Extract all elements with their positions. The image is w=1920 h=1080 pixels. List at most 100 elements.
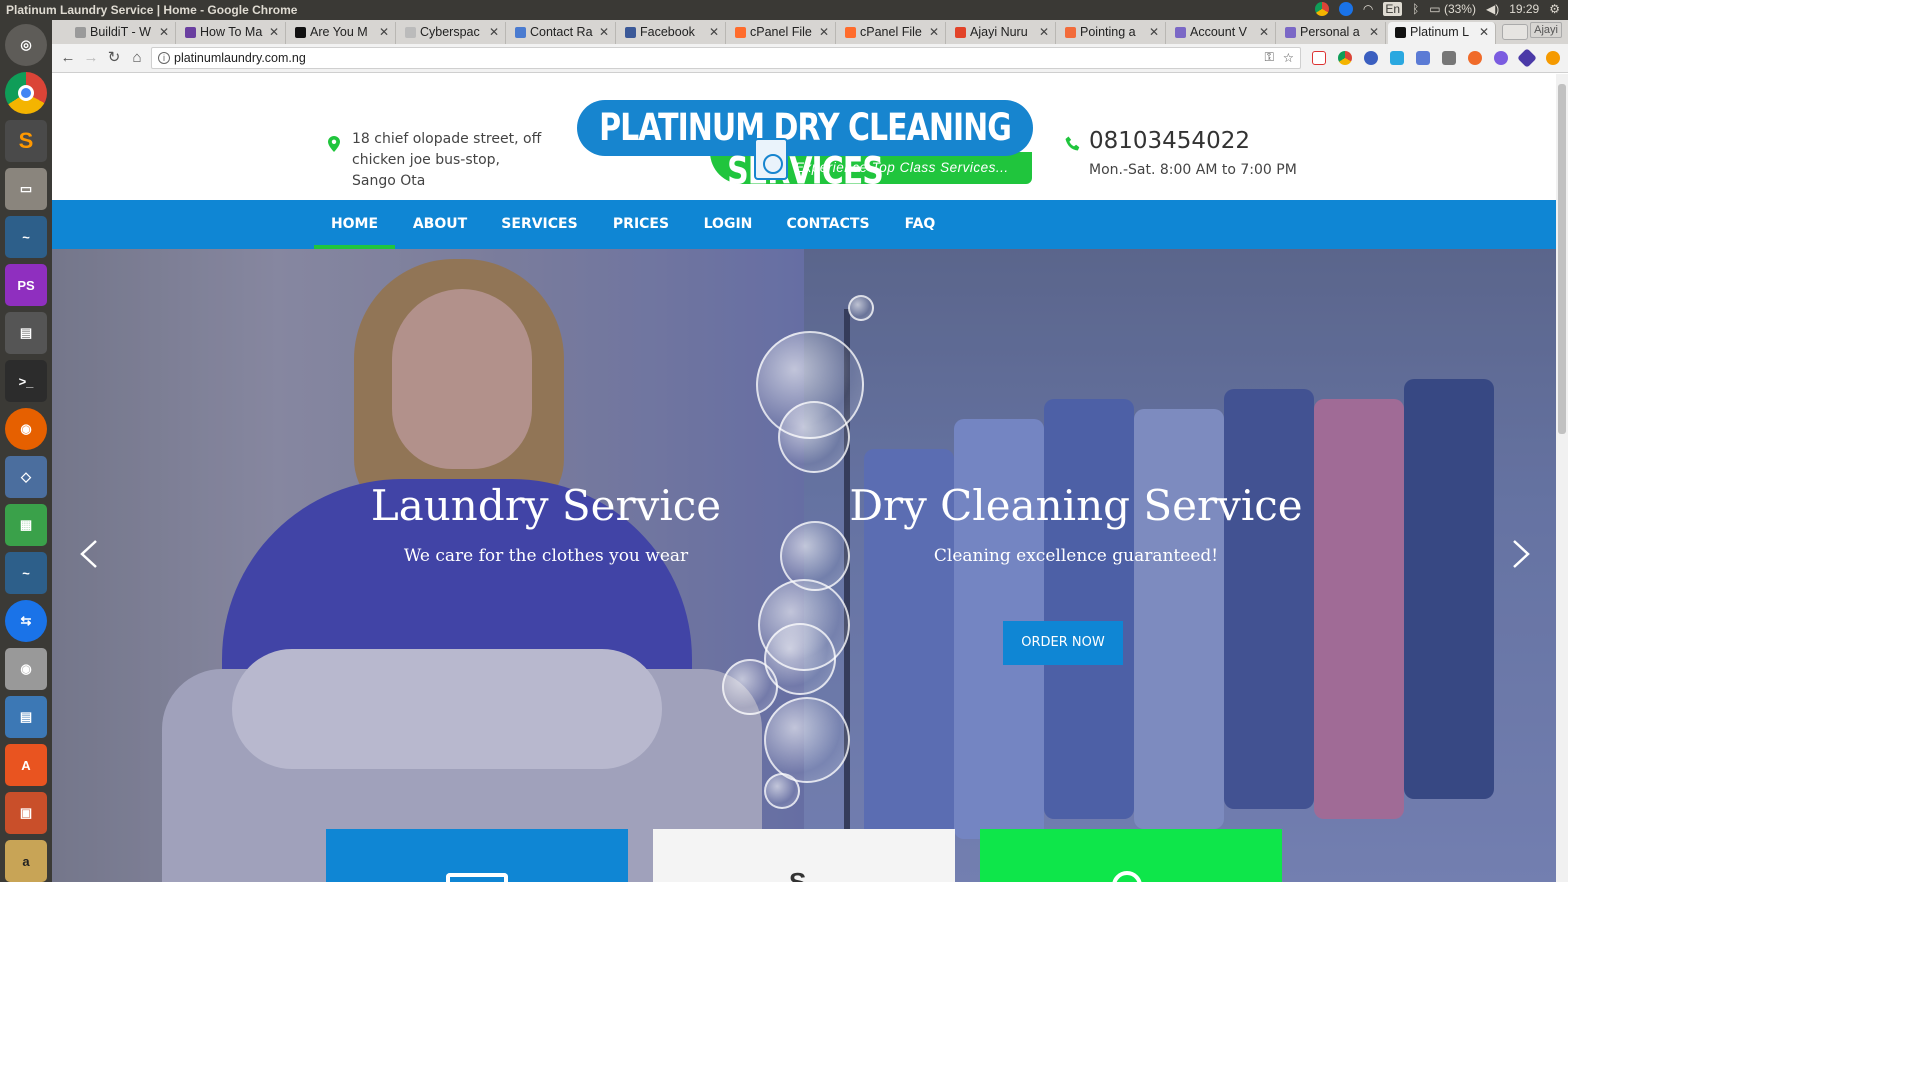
feature-box-2[interactable]: S [653, 829, 955, 882]
close-tab-icon[interactable]: ✕ [929, 25, 939, 39]
main-navigation: HOME ABOUT SERVICES PRICES LOGIN CONTACT… [52, 200, 1556, 249]
profile-button[interactable]: Ajayi [1530, 22, 1562, 38]
spreadsheet-icon[interactable]: ▦ [5, 504, 47, 546]
browser-tab[interactable]: cPanel File ✕ [728, 22, 836, 44]
extension-icon[interactable] [1416, 51, 1430, 65]
video-editor-icon[interactable]: ▤ [5, 312, 47, 354]
close-tab-icon[interactable]: ✕ [599, 25, 609, 39]
browser-tab[interactable]: BuildiT - W ✕ [68, 22, 176, 44]
close-tab-icon[interactable]: ✕ [1039, 25, 1049, 39]
chrome-launcher-icon[interactable] [5, 72, 47, 114]
ubuntu-dash-icon[interactable]: ◎ [5, 24, 47, 66]
audio-player-icon[interactable]: ◉ [5, 648, 47, 690]
browser-tab[interactable]: Account V ✕ [1168, 22, 1276, 44]
close-tab-icon[interactable]: ✕ [1259, 25, 1269, 39]
close-tab-icon[interactable]: ✕ [1479, 25, 1489, 39]
mysql-workbench-icon[interactable]: ~ [5, 216, 47, 258]
extension-icon[interactable] [1390, 51, 1404, 65]
extension-icon[interactable] [1338, 51, 1352, 65]
browser-tab[interactable]: Facebook ✕ [618, 22, 726, 44]
home-icon[interactable]: ⌂ [127, 48, 147, 68]
wifi-icon[interactable]: ◠ [1363, 2, 1373, 16]
file-manager-icon[interactable]: ▭ [5, 168, 47, 210]
phpstorm-icon[interactable]: PS [5, 264, 47, 306]
nav-prices[interactable]: PRICES [605, 200, 677, 249]
tab-title: Personal a [1300, 25, 1360, 39]
nav-services[interactable]: SERVICES [495, 200, 584, 249]
tab-favicon [405, 27, 416, 38]
feature-box-3[interactable] [980, 829, 1282, 882]
slide-title: Laundry Service [370, 481, 722, 530]
back-icon[interactable]: ← [58, 48, 78, 68]
tab-favicon [1065, 27, 1076, 38]
nav-about[interactable]: ABOUT [404, 200, 476, 249]
browser-tab[interactable]: cPanel File ✕ [838, 22, 946, 44]
settings-gear-icon[interactable]: ⚙ [1549, 2, 1560, 16]
scrollbar-thumb[interactable] [1558, 84, 1566, 434]
document-viewer-icon[interactable]: ▤ [5, 696, 47, 738]
order-now-button[interactable]: ORDER NOW [1003, 621, 1123, 665]
browser-tab[interactable]: Contact Ra ✕ [508, 22, 616, 44]
nav-login[interactable]: LOGIN [698, 200, 758, 249]
tab-favicon [1175, 27, 1186, 38]
virtualbox-icon[interactable]: ◇ [5, 456, 47, 498]
phone-number[interactable]: 08103454022 [1089, 128, 1250, 154]
software-center-icon[interactable]: A [5, 744, 47, 786]
amazon-icon[interactable]: a [5, 840, 47, 882]
sublime-text-icon[interactable]: S [5, 120, 47, 162]
feature-box-1[interactable] [326, 829, 628, 882]
battery-indicator[interactable]: ▭ (33%) [1429, 2, 1476, 16]
key-icon[interactable]: ⚿ [1264, 50, 1274, 65]
forward-icon[interactable]: → [81, 48, 101, 68]
bluetooth-icon[interactable]: ᛒ [1412, 2, 1419, 16]
new-tab-button[interactable] [1502, 24, 1528, 40]
close-tab-icon[interactable]: ✕ [269, 25, 279, 39]
nav-contacts[interactable]: CONTACTS [780, 200, 876, 249]
browser-tab[interactable]: Ajayi Nuru ✕ [948, 22, 1056, 44]
close-tab-icon[interactable]: ✕ [709, 25, 719, 39]
close-tab-icon[interactable]: ✕ [159, 25, 169, 39]
browser-tab[interactable]: Pointing a ✕ [1058, 22, 1166, 44]
teamviewer-icon[interactable]: ⇆ [5, 600, 47, 642]
address-bar[interactable]: i platinumlaundry.com.ng ⚿ ☆ [151, 47, 1301, 69]
slider-prev-arrow-icon[interactable] [78, 539, 102, 569]
firefox-icon[interactable]: ◉ [5, 408, 47, 450]
browser-tab[interactable]: Personal a ✕ [1278, 22, 1386, 44]
extension-icon[interactable] [1364, 51, 1378, 65]
close-tab-icon[interactable]: ✕ [489, 25, 499, 39]
extension-icon[interactable] [1442, 51, 1456, 65]
close-tab-icon[interactable]: ✕ [819, 25, 829, 39]
site-info-icon[interactable]: i [158, 52, 170, 64]
extension-icon[interactable] [1312, 51, 1326, 65]
mysql-workbench-2-icon[interactable]: ~ [5, 552, 47, 594]
browser-tab[interactable]: Are You M ✕ [288, 22, 396, 44]
clock[interactable]: 19:29 [1509, 2, 1539, 16]
teamviewer-tray-icon[interactable] [1338, 2, 1353, 16]
nav-faq[interactable]: FAQ [898, 200, 942, 249]
keyboard-layout[interactable]: En [1383, 2, 1403, 16]
volume-icon[interactable]: ◀) [1486, 2, 1499, 16]
extension-icon[interactable] [1517, 48, 1537, 68]
slider-next-arrow-icon[interactable] [1508, 539, 1532, 569]
close-tab-icon[interactable]: ✕ [379, 25, 389, 39]
site-logo[interactable]: PLATINUM DRY CLEANING SERVICES Experienc… [577, 100, 1033, 194]
browser-tab-active[interactable]: Platinum L ✕ [1388, 22, 1496, 44]
presentation-icon[interactable]: ▣ [5, 792, 47, 834]
reload-icon[interactable]: ↻ [104, 48, 124, 68]
bookmark-star-icon[interactable]: ☆ [1283, 50, 1294, 65]
terminal-icon[interactable]: >_ [5, 360, 47, 402]
close-tab-icon[interactable]: ✕ [1149, 25, 1159, 39]
tab-favicon [75, 27, 86, 38]
tab-title: cPanel File [750, 25, 812, 39]
tab-title: Contact Ra [530, 25, 593, 39]
browser-tab[interactable]: How To Ma ✕ [178, 22, 286, 44]
chrome-tray-icon[interactable] [1314, 2, 1329, 16]
extension-icon[interactable] [1494, 51, 1508, 65]
browser-tab[interactable]: Cyberspac ✕ [398, 22, 506, 44]
close-tab-icon[interactable]: ✕ [1369, 25, 1379, 39]
extension-icon[interactable] [1546, 51, 1560, 65]
extension-icon[interactable] [1468, 51, 1482, 65]
page-scrollbar[interactable] [1556, 74, 1568, 882]
nav-home[interactable]: HOME [314, 200, 395, 249]
tab-favicon [1395, 27, 1406, 38]
